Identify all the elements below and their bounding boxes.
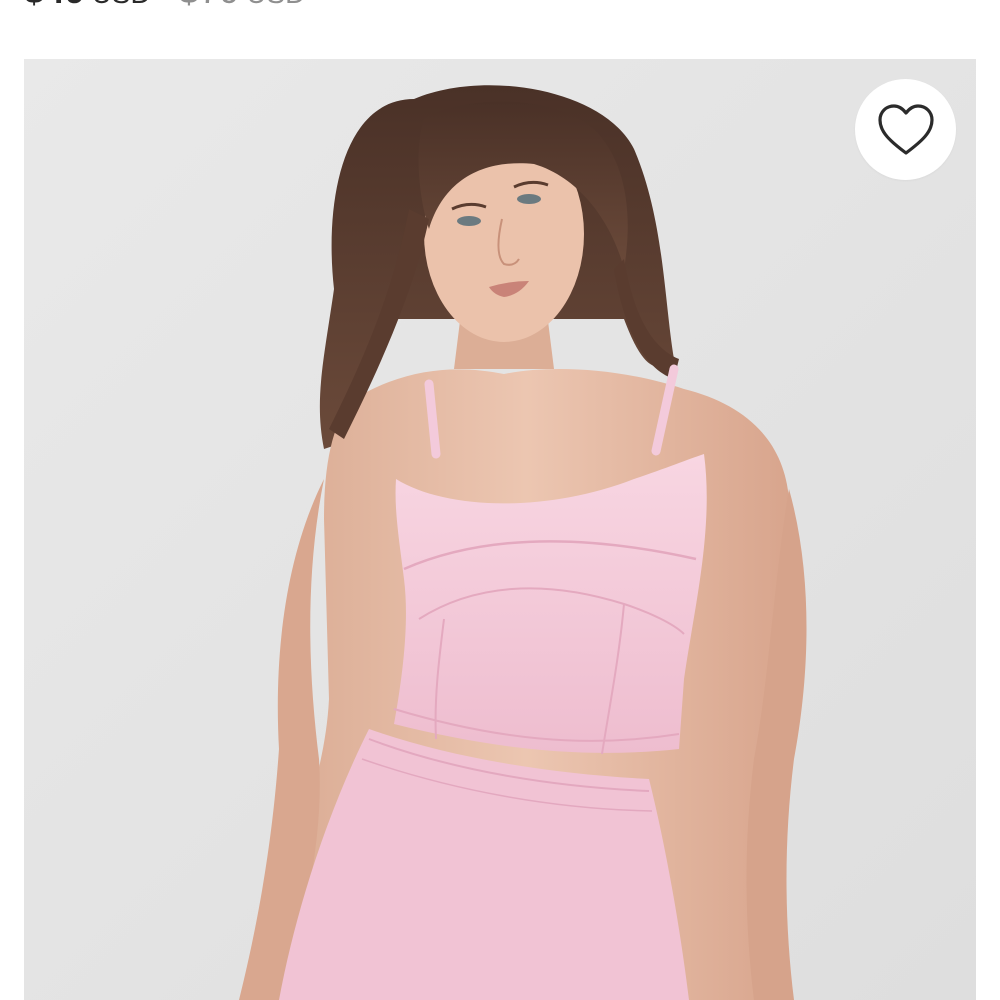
original-price-amount: $79 [179,0,241,12]
product-page: $49 USD $79 USD [0,0,1000,1000]
original-price-currency: USD [246,0,305,10]
original-price: $79 USD [179,0,306,12]
sale-price-amount: $49 [24,0,86,12]
product-image[interactable] [24,59,976,1000]
sale-price: $49 USD [24,0,151,12]
sale-price-currency: USD [92,0,151,10]
price-row: $49 USD $79 USD [24,0,306,12]
heart-outline-icon [877,103,934,155]
model-illustration [24,59,976,1000]
wishlist-button[interactable] [855,79,956,180]
